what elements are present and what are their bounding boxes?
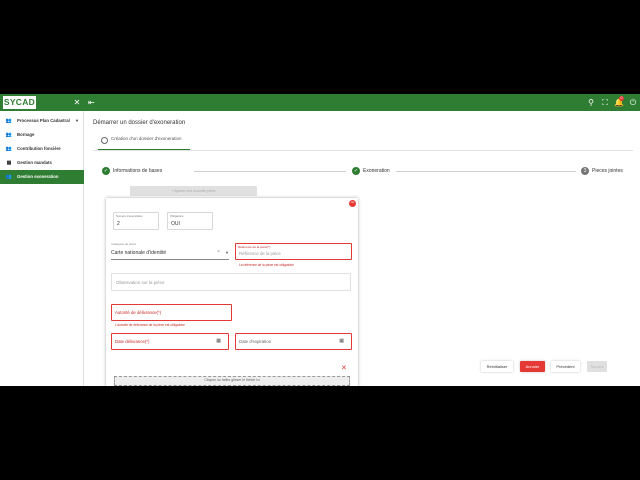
sidebar-item-bornage[interactable]: 👥 Bornage — [0, 128, 84, 142]
chevron-down-icon: ▼ — [75, 118, 79, 123]
field-label: Numero d'exemplaire — [116, 214, 143, 218]
fullscreen-icon[interactable]: ⛶ — [600, 97, 610, 108]
upload-label: Cliquez ou faites glisser le fichier ici — [204, 378, 260, 382]
app-window: SYCAD ✕ ⇤ ⚲ ⛶ 🔔 0 ⏻ 👥 Processus Plan Cad… — [0, 94, 640, 386]
people-icon: 👥 — [5, 118, 13, 124]
observation-input[interactable]: Observation sur la pièce — [111, 273, 351, 291]
notification-badge: 0 — [619, 96, 624, 101]
sidebar-item-label: Gestion exoneration — [17, 174, 59, 179]
file-upload-dropzone[interactable]: Cliquez ou faites glisser le fichier ici — [114, 376, 350, 386]
field-placeholder: Observation sur la pièce — [116, 280, 165, 285]
field-value: OUI — [171, 221, 180, 227]
field-placeholder: Autorité de délivrance(*) — [115, 310, 162, 315]
date-expiration-input[interactable]: Date d'expiration ▦ — [235, 333, 352, 350]
sidebar-item-gestion-mandats[interactable]: ▦ Gestion mandats — [0, 156, 84, 170]
sidebar-item-label: Processus Plan Cadastral — [17, 118, 70, 123]
field-placeholder: Date délivrance(*) — [115, 339, 150, 344]
brand-logo: SYCAD — [3, 96, 36, 109]
field-label: Catégorie de pièce — [111, 242, 137, 246]
field-value: Carte nationale d'identité — [111, 250, 167, 256]
check-icon: ✓ — [352, 167, 360, 175]
top-bar: SYCAD ✕ ⇤ ⚲ ⛶ 🔔 0 ⏻ — [0, 94, 640, 111]
date-delivrance-input[interactable]: Date délivrance(*) ▦ — [111, 333, 229, 350]
obligatoire-field: Obligatoire OUI — [167, 212, 213, 230]
field-value: 2 — [117, 221, 120, 227]
next-button[interactable]: Suivant — [587, 361, 607, 372]
previous-button[interactable]: Précédent — [551, 361, 580, 372]
tab-label: Création d'un dossier d'exoneration — [111, 136, 182, 141]
people-icon: 👥 — [5, 132, 13, 138]
page-title: Démarrer un dossier d'exoneration — [93, 120, 186, 126]
collapse-sidebar-icon[interactable]: ⇤ — [88, 97, 98, 108]
people-icon: 👥 — [5, 146, 13, 152]
step-number: 3 — [581, 167, 589, 175]
grid-icon: ▦ — [6, 160, 12, 166]
tab-divider — [93, 150, 633, 151]
field-placeholder: Référence de la pièce — [239, 251, 281, 256]
calendar-icon[interactable]: ▦ — [339, 338, 344, 344]
step-label: Pieces jointes — [592, 168, 623, 174]
categorie-piece-select[interactable]: Catégorie de pièce Carte nationale d'ide… — [111, 242, 229, 260]
sidebar: 👥 Processus Plan Cadastral ▼ 👥 Bornage 👥… — [0, 111, 84, 386]
sidebar-item-contribution-fonciere[interactable]: 👥 Contribution foncière — [0, 142, 84, 156]
chevron-down-icon[interactable]: ▼ — [225, 250, 229, 255]
folder-icon — [101, 137, 108, 144]
sidebar-item-label: Bornage — [17, 132, 35, 137]
step-connector — [194, 171, 346, 172]
numero-exemplaire-field[interactable]: Numero d'exemplaire 2 — [113, 212, 159, 230]
reference-piece-input[interactable]: Référence de la pièce(*) Référence de la… — [235, 243, 352, 260]
close-icon[interactable]: ✕ — [341, 364, 347, 372]
reference-error: La référence de la pièce est obligatoire — [239, 263, 294, 267]
remove-piece-icon[interactable]: − — [349, 200, 356, 207]
sidebar-item-gestion-exoneration[interactable]: 👥 Gestion exoneration — [0, 170, 84, 184]
step-connector — [396, 171, 576, 172]
field-label: Référence de la pièce(*) — [238, 245, 271, 249]
pin-icon[interactable]: ✕ — [72, 97, 82, 108]
sidebar-item-label: Gestion mandats — [17, 160, 52, 165]
power-icon[interactable]: ⏻ — [628, 97, 638, 108]
calendar-icon[interactable]: ▦ — [216, 338, 221, 344]
search-icon[interactable]: ⚲ — [586, 97, 596, 108]
sidebar-item-processus-plan-cadastral[interactable]: 👥 Processus Plan Cadastral ▼ — [0, 114, 84, 128]
sidebar-item-label: Contribution foncière — [17, 146, 61, 151]
cancel-button[interactable]: Annuler — [520, 361, 545, 372]
step-label: Exoneration — [363, 168, 390, 174]
autorite-error: L'autorité de délivrance de la pièce est… — [115, 323, 185, 327]
autorite-delivrance-input[interactable]: Autorité de délivrance(*) — [111, 304, 232, 321]
field-placeholder: Date d'expiration — [239, 339, 272, 344]
check-icon: ✓ — [102, 167, 110, 175]
step-label: Informations de bases — [113, 168, 163, 174]
reset-button[interactable]: Réinitialiser — [481, 361, 513, 372]
add-piece-button[interactable]: + Ajouter une nouvelle pièce — [130, 186, 257, 196]
clear-icon[interactable]: × — [217, 249, 220, 255]
tab-creation-dossier[interactable]: Création d'un dossier d'exoneration — [98, 132, 190, 150]
field-label: Obligatoire — [170, 214, 184, 218]
people-icon: 👥 — [5, 174, 13, 180]
